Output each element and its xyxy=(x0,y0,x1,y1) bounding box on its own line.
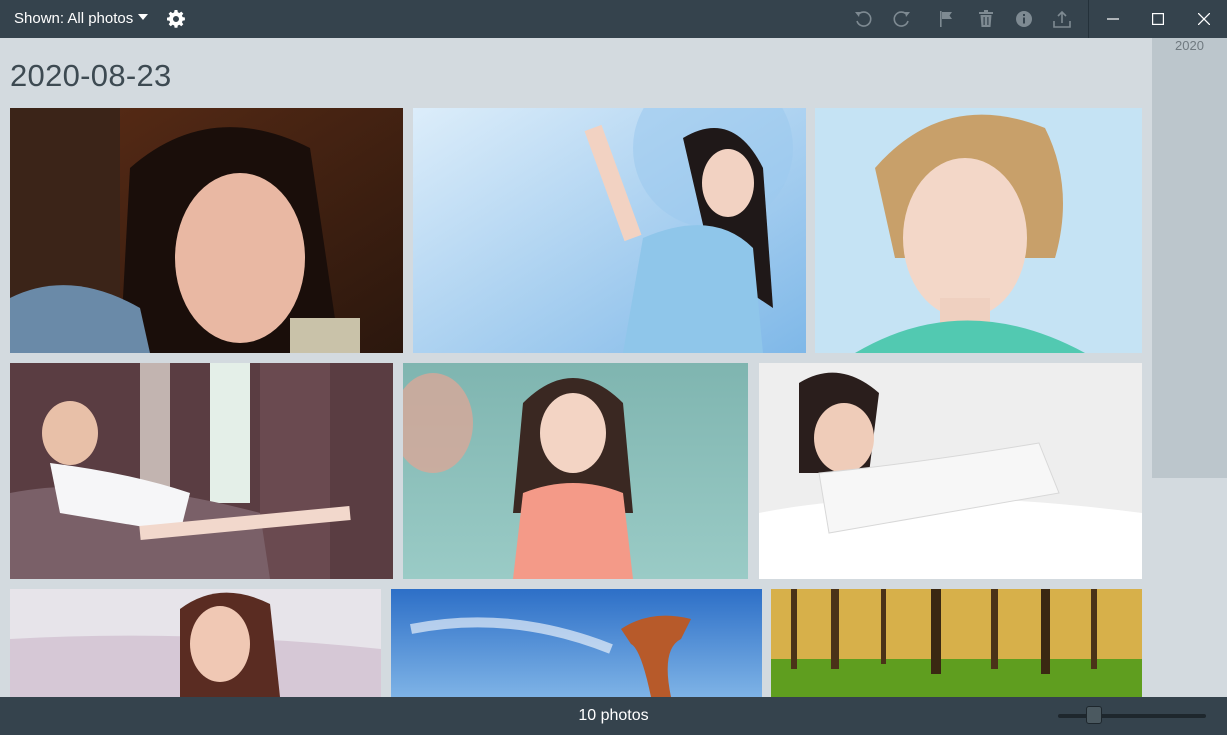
maximize-button[interactable] xyxy=(1135,0,1181,38)
gear-icon[interactable] xyxy=(166,9,186,29)
photo-thumbnail[interactable] xyxy=(403,363,748,579)
close-icon xyxy=(1198,13,1210,25)
toolbar-divider xyxy=(1088,0,1089,38)
maximize-icon xyxy=(1152,13,1164,25)
rotate-right-icon[interactable] xyxy=(892,9,912,29)
timeline-year[interactable]: 2020 xyxy=(1152,38,1227,53)
zoom-slider-thumb[interactable] xyxy=(1086,706,1102,724)
filter-dropdown[interactable]: Shown: All photos xyxy=(14,0,133,38)
info-icon[interactable] xyxy=(1014,9,1034,29)
chevron-down-icon[interactable] xyxy=(138,14,148,20)
photo-thumbnail[interactable] xyxy=(10,108,403,353)
rotate-left-icon[interactable] xyxy=(853,9,873,29)
photo-thumbnail[interactable] xyxy=(413,108,806,353)
timeline-scrubber[interactable]: 2020 xyxy=(1152,38,1227,478)
filter-label: Shown: All photos xyxy=(14,10,134,27)
flag-icon[interactable] xyxy=(936,9,956,29)
status-bar: 10 photos xyxy=(0,697,1227,735)
title-bar: Shown: All photos xyxy=(0,0,1227,38)
minimize-button[interactable] xyxy=(1090,0,1136,38)
photo-count: 10 photos xyxy=(578,707,649,724)
photo-thumbnail[interactable] xyxy=(391,589,762,697)
photo-thumbnail[interactable] xyxy=(759,363,1142,579)
close-button[interactable] xyxy=(1181,0,1227,38)
photo-thumbnail[interactable] xyxy=(10,363,393,579)
date-heading: 2020-08-23 xyxy=(10,58,172,93)
zoom-slider-track[interactable] xyxy=(1058,714,1206,718)
photo-thumbnail[interactable] xyxy=(10,589,381,697)
photo-thumbnail[interactable] xyxy=(815,108,1142,353)
photo-thumbnail[interactable] xyxy=(771,589,1142,697)
trash-icon[interactable] xyxy=(976,9,996,29)
minimize-icon xyxy=(1107,18,1119,20)
share-icon[interactable] xyxy=(1052,9,1072,29)
